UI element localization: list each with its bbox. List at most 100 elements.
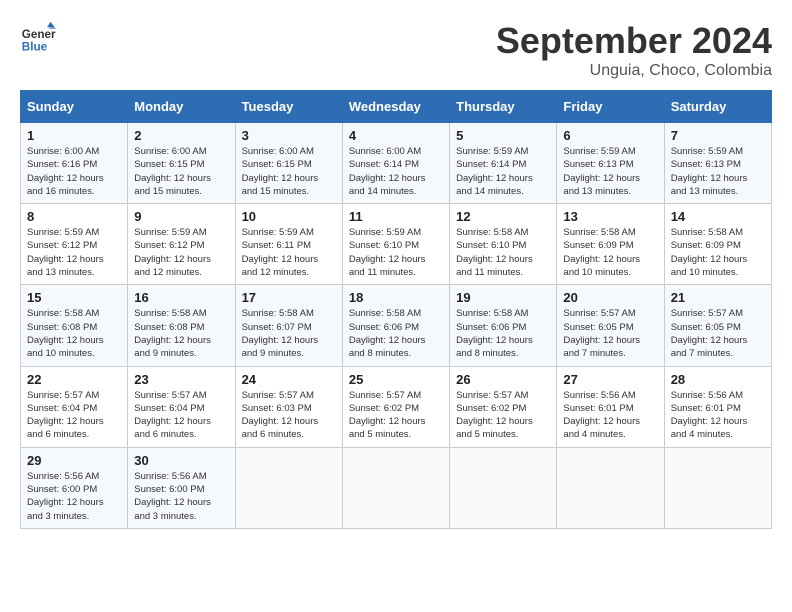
day-info: Sunrise: 5:59 AM Sunset: 6:12 PM Dayligh… — [27, 226, 121, 279]
weekday-header-tuesday: Tuesday — [235, 91, 342, 123]
day-number: 21 — [671, 290, 765, 305]
day-number: 29 — [27, 453, 121, 468]
calendar-week-4: 22 Sunrise: 5:57 AM Sunset: 6:04 PM Dayli… — [21, 366, 772, 447]
day-info: Sunrise: 5:58 AM Sunset: 6:08 PM Dayligh… — [27, 307, 121, 360]
calendar-cell: 30 Sunrise: 5:56 AM Sunset: 6:00 PM Dayli… — [128, 447, 235, 528]
day-number: 25 — [349, 372, 443, 387]
calendar-cell: 15 Sunrise: 5:58 AM Sunset: 6:08 PM Dayli… — [21, 285, 128, 366]
weekday-header-sunday: Sunday — [21, 91, 128, 123]
calendar-cell: 7Sunrise: 5:59 AM Sunset: 6:13 PM Daylig… — [664, 123, 771, 204]
calendar-cell: 19Sunrise: 5:58 AM Sunset: 6:06 PM Dayli… — [450, 285, 557, 366]
weekday-header-monday: Monday — [128, 91, 235, 123]
weekday-header-wednesday: Wednesday — [342, 91, 449, 123]
day-info: Sunrise: 5:57 AM Sunset: 6:04 PM Dayligh… — [134, 389, 228, 442]
weekday-header-friday: Friday — [557, 91, 664, 123]
day-number: 11 — [349, 209, 443, 224]
day-info: Sunrise: 6:00 AM Sunset: 6:15 PM Dayligh… — [134, 145, 228, 198]
day-number: 10 — [242, 209, 336, 224]
calendar-cell: 12 Sunrise: 5:58 AM Sunset: 6:10 PM Dayli… — [450, 204, 557, 285]
day-number: 26 — [456, 372, 550, 387]
calendar-cell: 4 Sunrise: 6:00 AM Sunset: 6:14 PM Daylig… — [342, 123, 449, 204]
day-number: 24 — [242, 372, 336, 387]
day-info: Sunrise: 6:00 AM Sunset: 6:16 PM Dayligh… — [27, 145, 121, 198]
day-info: Sunrise: 6:00 AM Sunset: 6:14 PM Dayligh… — [349, 145, 443, 198]
day-number: 27 — [563, 372, 657, 387]
calendar-cell: 2 Sunrise: 6:00 AM Sunset: 6:15 PM Daylig… — [128, 123, 235, 204]
day-info: Sunrise: 5:56 AM Sunset: 6:01 PM Dayligh… — [671, 389, 765, 442]
day-number: 19 — [456, 290, 550, 305]
calendar-cell: 26 Sunrise: 5:57 AM Sunset: 6:02 PM Dayli… — [450, 366, 557, 447]
day-number: 7 — [671, 128, 765, 143]
weekday-header-row: SundayMondayTuesdayWednesdayThursdayFrid… — [21, 91, 772, 123]
calendar-cell: 24Sunrise: 5:57 AM Sunset: 6:03 PM Dayli… — [235, 366, 342, 447]
calendar-cell: 17 Sunrise: 5:58 AM Sunset: 6:07 PM Dayli… — [235, 285, 342, 366]
day-number: 1 — [27, 128, 121, 143]
day-number: 4 — [349, 128, 443, 143]
calendar-cell: 27 Sunrise: 5:56 AM Sunset: 6:01 PM Dayli… — [557, 366, 664, 447]
day-info: Sunrise: 5:59 AM Sunset: 6:12 PM Dayligh… — [134, 226, 228, 279]
month-title: September 2024 — [496, 20, 772, 62]
weekday-header-thursday: Thursday — [450, 91, 557, 123]
calendar-cell: 28 Sunrise: 5:56 AM Sunset: 6:01 PM Dayli… — [664, 366, 771, 447]
day-number: 17 — [242, 290, 336, 305]
day-info: Sunrise: 5:56 AM Sunset: 6:00 PM Dayligh… — [27, 470, 121, 523]
calendar-cell: 25 Sunrise: 5:57 AM Sunset: 6:02 PM Dayli… — [342, 366, 449, 447]
day-number: 28 — [671, 372, 765, 387]
calendar-cell: 21 Sunrise: 5:57 AM Sunset: 6:05 PM Dayli… — [664, 285, 771, 366]
calendar-cell: 10Sunrise: 5:59 AM Sunset: 6:11 PM Dayli… — [235, 204, 342, 285]
day-number: 5 — [456, 128, 550, 143]
day-info: Sunrise: 5:56 AM Sunset: 6:01 PM Dayligh… — [563, 389, 657, 442]
calendar-cell: 5 Sunrise: 5:59 AM Sunset: 6:14 PM Daylig… — [450, 123, 557, 204]
day-info: Sunrise: 5:59 AM Sunset: 6:13 PM Dayligh… — [563, 145, 657, 198]
day-info: Sunrise: 5:57 AM Sunset: 6:02 PM Dayligh… — [349, 389, 443, 442]
day-info: Sunrise: 5:56 AM Sunset: 6:00 PM Dayligh… — [134, 470, 228, 523]
day-number: 8 — [27, 209, 121, 224]
day-info: Sunrise: 5:58 AM Sunset: 6:09 PM Dayligh… — [563, 226, 657, 279]
calendar-cell — [557, 447, 664, 528]
day-number: 22 — [27, 372, 121, 387]
calendar-cell: 11 Sunrise: 5:59 AM Sunset: 6:10 PM Dayli… — [342, 204, 449, 285]
day-info: Sunrise: 5:59 AM Sunset: 6:14 PM Dayligh… — [456, 145, 550, 198]
day-number: 12 — [456, 209, 550, 224]
calendar-cell: 1 Sunrise: 6:00 AM Sunset: 6:16 PM Daylig… — [21, 123, 128, 204]
calendar-week-2: 8 Sunrise: 5:59 AM Sunset: 6:12 PM Daylig… — [21, 204, 772, 285]
header: General Blue September 2024 Unguia, Choc… — [20, 20, 772, 80]
day-info: Sunrise: 5:58 AM Sunset: 6:10 PM Dayligh… — [456, 226, 550, 279]
calendar-body: 1 Sunrise: 6:00 AM Sunset: 6:16 PM Daylig… — [21, 123, 772, 529]
calendar-cell: 6Sunrise: 5:59 AM Sunset: 6:13 PM Daylig… — [557, 123, 664, 204]
day-info: Sunrise: 5:57 AM Sunset: 6:02 PM Dayligh… — [456, 389, 550, 442]
day-number: 14 — [671, 209, 765, 224]
calendar-cell — [450, 447, 557, 528]
svg-text:Blue: Blue — [22, 41, 48, 54]
title-section: September 2024 Unguia, Choco, Colombia — [496, 20, 772, 80]
day-info: Sunrise: 5:58 AM Sunset: 6:07 PM Dayligh… — [242, 307, 336, 360]
day-info: Sunrise: 5:57 AM Sunset: 6:05 PM Dayligh… — [671, 307, 765, 360]
calendar-cell: 8 Sunrise: 5:59 AM Sunset: 6:12 PM Daylig… — [21, 204, 128, 285]
calendar-week-5: 29 Sunrise: 5:56 AM Sunset: 6:00 PM Dayli… — [21, 447, 772, 528]
calendar-cell — [664, 447, 771, 528]
day-number: 18 — [349, 290, 443, 305]
day-number: 23 — [134, 372, 228, 387]
day-number: 16 — [134, 290, 228, 305]
logo-icon: General Blue — [20, 20, 56, 56]
logo: General Blue — [20, 20, 56, 56]
day-info: Sunrise: 5:57 AM Sunset: 6:05 PM Dayligh… — [563, 307, 657, 360]
day-info: Sunrise: 6:00 AM Sunset: 6:15 PM Dayligh… — [242, 145, 336, 198]
calendar-cell: 29 Sunrise: 5:56 AM Sunset: 6:00 PM Dayli… — [21, 447, 128, 528]
calendar-cell: 18 Sunrise: 5:58 AM Sunset: 6:06 PM Dayli… — [342, 285, 449, 366]
day-number: 30 — [134, 453, 228, 468]
day-number: 3 — [242, 128, 336, 143]
day-info: Sunrise: 5:58 AM Sunset: 6:08 PM Dayligh… — [134, 307, 228, 360]
calendar-cell: 20Sunrise: 5:57 AM Sunset: 6:05 PM Dayli… — [557, 285, 664, 366]
day-number: 15 — [27, 290, 121, 305]
calendar-cell: 23 Sunrise: 5:57 AM Sunset: 6:04 PM Dayli… — [128, 366, 235, 447]
calendar-cell: 9Sunrise: 5:59 AM Sunset: 6:12 PM Daylig… — [128, 204, 235, 285]
calendar-week-3: 15 Sunrise: 5:58 AM Sunset: 6:08 PM Dayli… — [21, 285, 772, 366]
day-info: Sunrise: 5:58 AM Sunset: 6:06 PM Dayligh… — [349, 307, 443, 360]
day-info: Sunrise: 5:59 AM Sunset: 6:10 PM Dayligh… — [349, 226, 443, 279]
calendar-cell: 13 Sunrise: 5:58 AM Sunset: 6:09 PM Dayli… — [557, 204, 664, 285]
calendar-cell: 22Sunrise: 5:57 AM Sunset: 6:04 PM Dayli… — [21, 366, 128, 447]
day-number: 2 — [134, 128, 228, 143]
calendar-cell — [342, 447, 449, 528]
day-number: 13 — [563, 209, 657, 224]
